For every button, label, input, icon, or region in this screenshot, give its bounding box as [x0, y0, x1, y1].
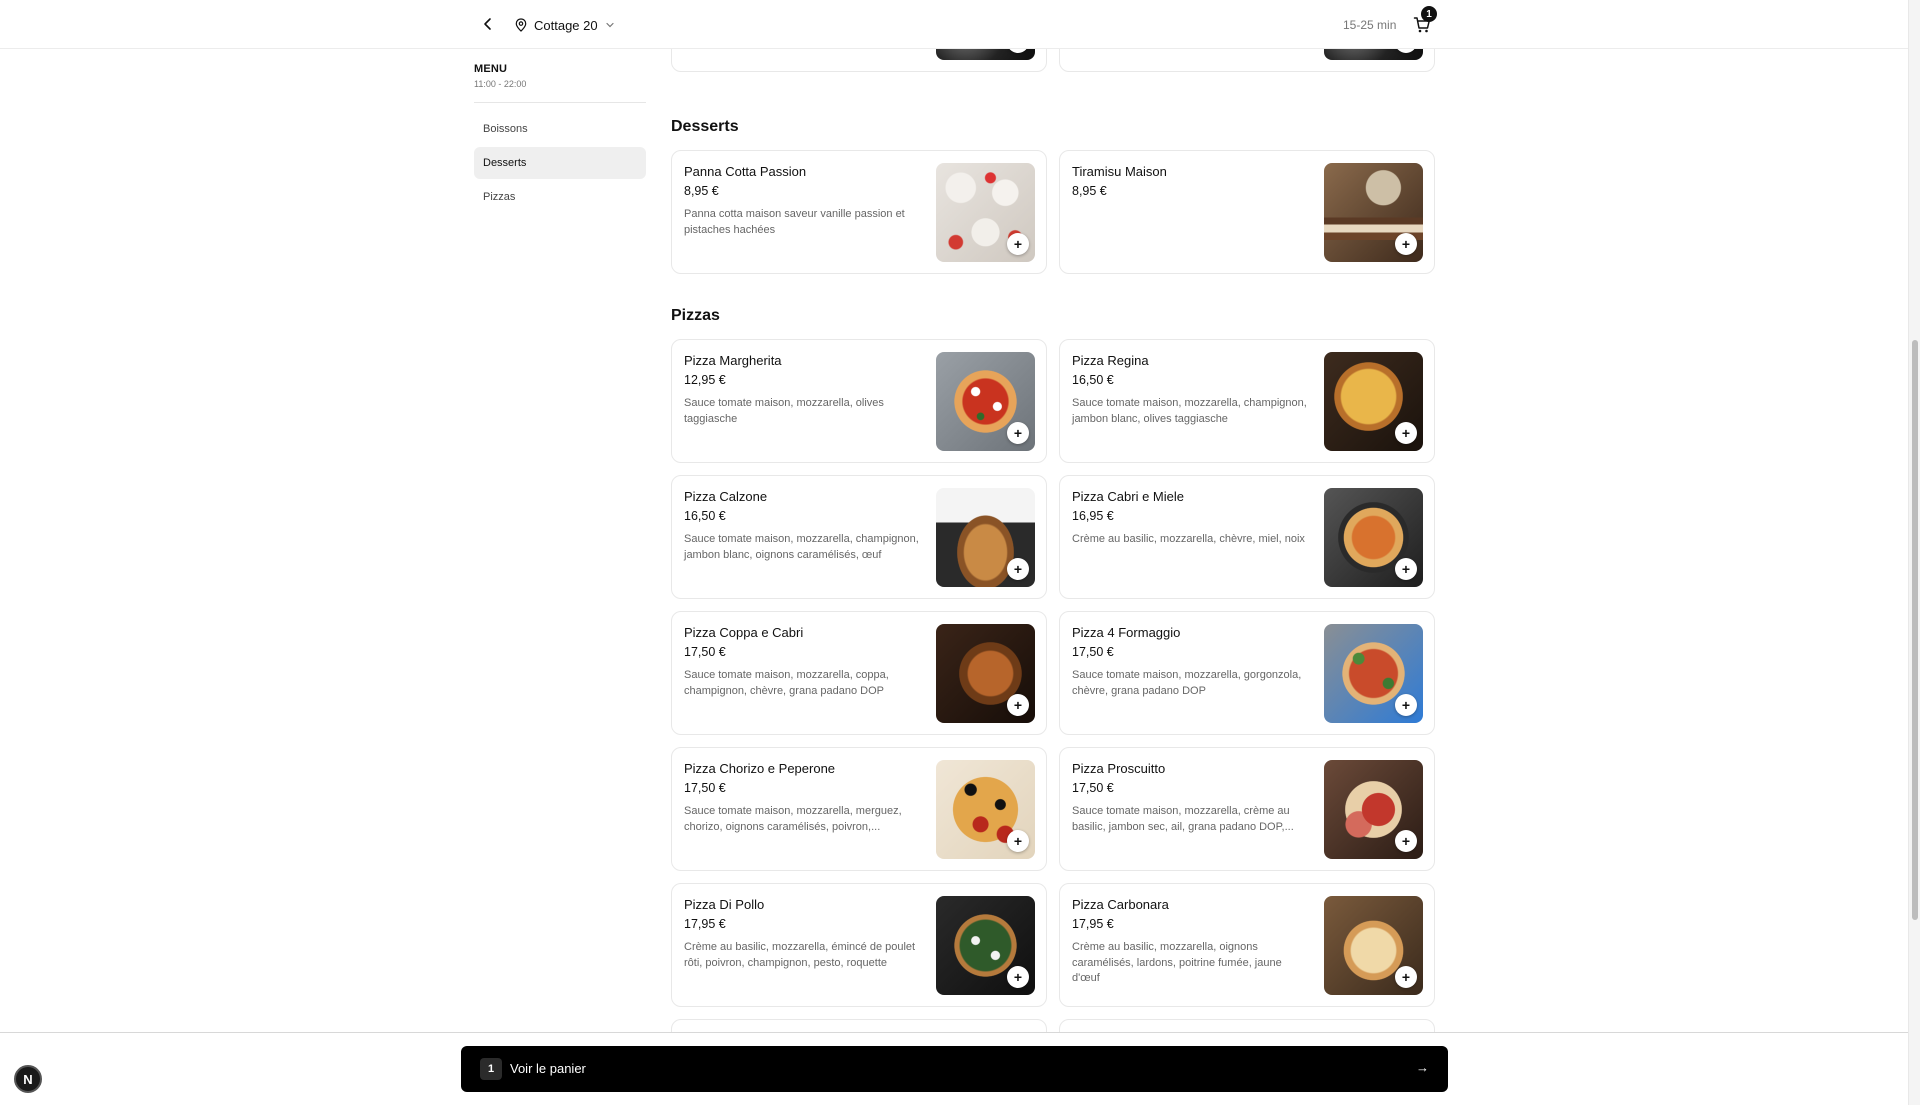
category-item-pizzas[interactable]: Pizzas [474, 181, 646, 213]
product-name: Pizza Cabri e Miele [1072, 489, 1184, 504]
product-card[interactable]: Pizza Regina 16,50 € Sauce tomate maison… [1059, 339, 1435, 463]
page-scrollbar[interactable] [1908, 0, 1920, 1105]
product-price: 17,50 € [1072, 645, 1114, 659]
product-card[interactable]: Pizza Chorizo e Peperone 17,50 € Sauce t… [671, 747, 1047, 871]
product-price: 12,95 € [684, 373, 726, 387]
add-to-cart-button[interactable]: + [1007, 966, 1029, 988]
product-description: Crème au basilic, mozzarella, chèvre, mi… [1072, 533, 1305, 545]
menu-hours: 11:00 - 22:00 [474, 79, 527, 89]
product-name: Pizza Proscuitto [1072, 761, 1166, 776]
product-card[interactable]: Pizza Proscuitto 17,50 € Sauce tomate ma… [1059, 747, 1435, 871]
view-cart-label: Voir le panier [510, 1061, 586, 1076]
add-to-cart-button[interactable]: + [1007, 422, 1029, 444]
product-name: Pizza Carbonara [1072, 897, 1169, 912]
product-card[interactable]: Pizza Di Pollo 17,95 € Crème au basilic,… [671, 883, 1047, 1007]
cart-item-count: 1 [480, 1058, 502, 1080]
product-price: 16,95 € [1072, 509, 1114, 523]
product-card[interactable]: Pizza Carbonara 17,95 € Crème au basilic… [1059, 883, 1435, 1007]
product-name: Pizza 4 Formaggio [1072, 625, 1181, 640]
back-button[interactable] [476, 12, 500, 36]
chevron-down-icon [606, 22, 614, 28]
cart-count-badge: 1 [1421, 6, 1437, 22]
dev-tools-badge[interactable]: N [14, 1065, 42, 1093]
chevron-left-icon [484, 18, 491, 30]
add-to-cart-button[interactable]: + [1395, 558, 1417, 580]
add-to-cart-button[interactable]: + [1395, 233, 1417, 255]
add-to-cart-button[interactable]: + [1007, 694, 1029, 716]
product-price: 17,95 € [1072, 917, 1114, 931]
product-description: Sauce tomate maison, mozzarella, crème a… [1072, 805, 1294, 833]
view-cart-button[interactable]: 1 Voir le panier → [461, 1046, 1448, 1092]
bottom-cart-bar: N 1 Voir le panier → [0, 1032, 1908, 1105]
product-description: Sauce tomate maison, mozzarella, gorgonz… [1072, 669, 1302, 697]
product-description: Sauce tomate maison, mozzarella, merguez… [684, 805, 902, 833]
add-to-cart-button[interactable]: + [1395, 694, 1417, 716]
top-bar: Cottage 20 15-25 min 1 [0, 0, 1908, 49]
location-label: Cottage 20 [534, 17, 598, 33]
section-title-desserts: Desserts [671, 118, 739, 135]
category-item-boissons[interactable]: Boissons [474, 113, 646, 145]
add-to-cart-button[interactable]: + [1007, 558, 1029, 580]
product-card[interactable]: Pizza 4 Formaggio 17,50 € Sauce tomate m… [1059, 611, 1435, 735]
product-name: Pizza Regina [1072, 353, 1149, 368]
product-card[interactable]: Pizza Margherita 12,95 € Sauce tomate ma… [671, 339, 1047, 463]
delivery-eta: 15-25 min [1343, 18, 1397, 32]
section-title-pizzas: Pizzas [671, 307, 720, 324]
product-name: Tiramisu Maison [1072, 164, 1167, 179]
product-description: Sauce tomate maison, mozzarella, champig… [684, 533, 919, 561]
product-description: Panna cotta maison saveur vanille passio… [684, 208, 905, 236]
page: Cottage 20 15-25 min 1 MENU 11:00 - 22:0… [0, 0, 1920, 1105]
product-card[interactable]: Tiramisu Maison 8,95 € + [1059, 150, 1435, 274]
product-description: Crème au basilic, mozzarella, émincé de … [684, 941, 916, 969]
product-name: Pizza Di Pollo [684, 897, 765, 912]
product-price: 17,50 € [684, 645, 726, 659]
category-list: Boissons Desserts Pizzas [474, 113, 646, 213]
add-to-cart-button[interactable]: + [1395, 966, 1417, 988]
product-name: Pizza Chorizo e Peperone [684, 761, 836, 776]
product-name: Pizza Calzone [684, 489, 768, 504]
add-to-cart-button[interactable]: + [1007, 830, 1029, 852]
product-description: Sauce tomate maison, mozzarella, champig… [1072, 397, 1307, 425]
product-description: Sauce tomate maison, mozzarella, coppa, … [684, 669, 889, 697]
add-to-cart-button[interactable]: + [1007, 233, 1029, 255]
product-price: 8,95 € [684, 184, 719, 198]
category-sidebar: MENU 11:00 - 22:00 Boissons Desserts Piz… [474, 49, 646, 215]
product-name: Pizza Margherita [684, 353, 782, 368]
product-name: Panna Cotta Passion [684, 164, 807, 179]
product-price: 17,50 € [684, 781, 726, 795]
product-description: Crème au basilic, mozzarella, oignons ca… [1072, 941, 1282, 984]
product-card[interactable]: Pizza Coppa e Cabri 17,50 € Sauce tomate… [671, 611, 1047, 735]
scrollbar-thumb[interactable] [1912, 340, 1918, 920]
menu-title: MENU [474, 63, 508, 75]
product-card[interactable]: Pizza Calzone 16,50 € Sauce tomate maiso… [671, 475, 1047, 599]
product-price: 8,95 € [1072, 184, 1107, 198]
divider [474, 102, 646, 103]
add-to-cart-button[interactable]: + [1395, 830, 1417, 852]
product-card[interactable]: Panna Cotta Passion 8,95 € Panna cotta m… [671, 150, 1047, 274]
product-name: Pizza Coppa e Cabri [684, 625, 804, 640]
product-card[interactable]: Pizza Cabri e Miele 16,95 € Crème au bas… [1059, 475, 1435, 599]
product-description: Sauce tomate maison, mozzarella, olives … [684, 397, 884, 425]
product-price: 17,95 € [684, 917, 726, 931]
product-price: 17,50 € [1072, 781, 1114, 795]
location-selector[interactable]: Cottage 20 [515, 13, 615, 37]
arrow-right-icon: → [1416, 1060, 1429, 1075]
product-price: 16,50 € [1072, 373, 1114, 387]
map-pin-icon [515, 18, 527, 32]
product-price: 16,50 € [684, 509, 726, 523]
add-to-cart-button[interactable]: + [1395, 422, 1417, 444]
category-item-desserts[interactable]: Desserts [474, 147, 646, 179]
